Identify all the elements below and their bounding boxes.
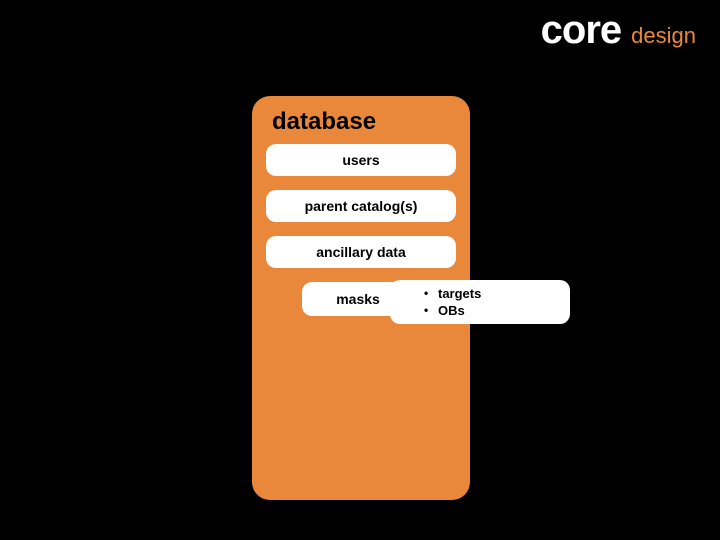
header: core design — [541, 8, 696, 53]
sub-item-targets: targets — [424, 285, 481, 302]
masks-sub-box: targets OBs — [390, 280, 570, 324]
item-parent-catalogs: parent catalog(s) — [266, 190, 456, 222]
header-title: core — [541, 8, 622, 53]
sub-item-obs: OBs — [424, 302, 481, 319]
item-users: users — [266, 144, 456, 176]
masks-sub-list: targets OBs — [424, 285, 481, 319]
header-subtitle: design — [631, 23, 696, 49]
item-ancillary-data: ancillary data — [266, 236, 456, 268]
panel-title: database — [272, 108, 456, 136]
